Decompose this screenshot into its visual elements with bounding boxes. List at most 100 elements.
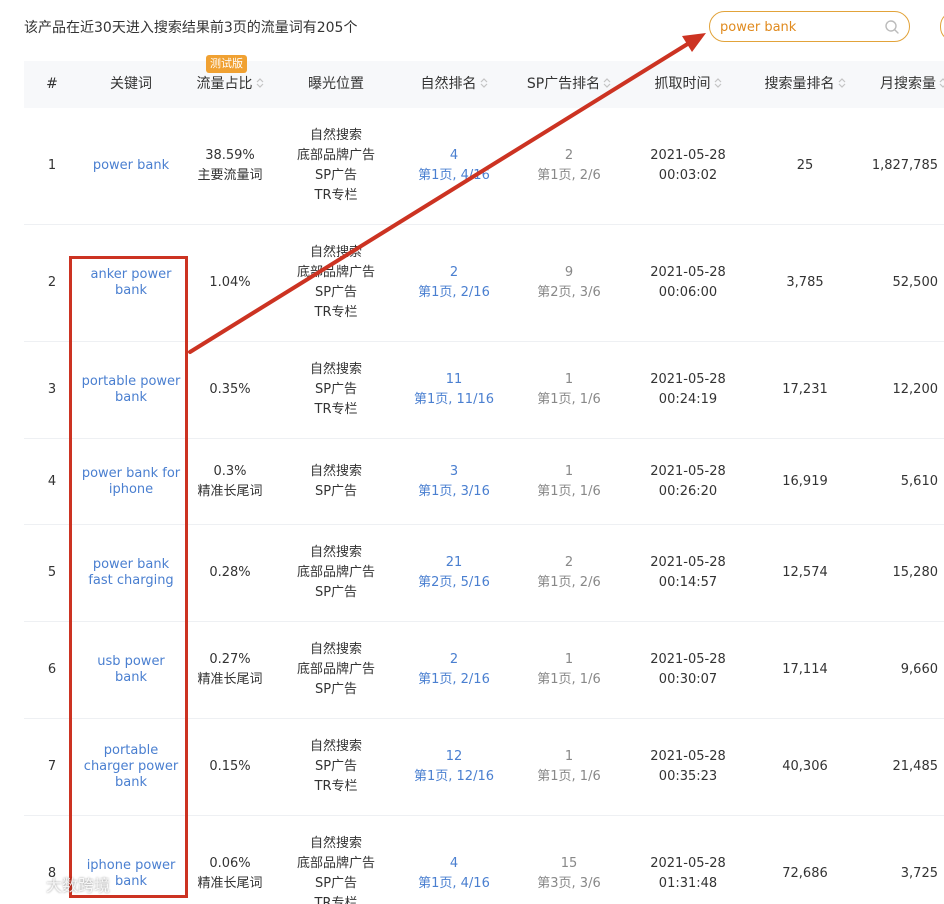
crawl-time: 00:03:02 [658,168,718,183]
monthly-volume: 5,610 [900,473,938,489]
monthly-volume: 3,725 [900,866,938,881]
search-rank: 16,919 [782,473,828,489]
keyword-link[interactable]: usb power bank [80,654,182,686]
exposure-item: 自然搜索 [309,642,362,657]
col-header-natural-label: 自然排名 [420,76,477,92]
natural-page[interactable]: 第1页, 4/16 [418,166,490,186]
sort-icon[interactable] [939,77,944,89]
sort-icon[interactable] [603,77,611,89]
monthly-volume: 12,200 [892,382,939,397]
natural-rank[interactable]: 2 [450,263,458,283]
col-header-monthly[interactable]: 月搜索量 [858,61,944,108]
crawl-time: 00:06:00 [658,285,718,300]
col-header-natural-rank[interactable]: 自然排名 [394,61,514,108]
sp-page: 第1页, 1/6 [537,483,601,499]
exposure-item: 底部品牌广告 [296,856,375,871]
col-header-time-label: 抓取时间 [654,76,711,92]
col-header-search-rank[interactable]: 搜索量排名 [752,61,858,108]
natural-rank[interactable]: 21 [446,553,463,573]
col-header-sp-rank[interactable]: SP广告排名 [514,61,624,108]
crawl-date: 2021-05-28 [650,148,726,163]
keyword-link[interactable]: portable charger power bank [80,743,182,791]
natural-page[interactable]: 第1页, 12/16 [414,767,494,787]
table-header: # 关键词 流量占比 曝光位置 自然排名 SP广告排名 抓取时间 搜索量排名 月… [24,61,944,108]
crawl-time: 01:31:48 [658,876,718,891]
natural-page[interactable]: 第1页, 3/16 [418,482,490,502]
search-icon[interactable] [884,19,900,35]
sort-icon[interactable] [256,77,264,89]
flow-percent: 0.06% [209,856,251,871]
natural-rank[interactable]: 4 [450,854,458,874]
natural-page[interactable]: 第2页, 5/16 [418,573,490,593]
crawl-date: 2021-05-28 [650,463,726,479]
flow-tag: 主要流量词 [197,168,263,183]
result-summary: 该产品在近30天进入搜索结果前3页的流量词有205个 [24,20,358,36]
natural-rank[interactable]: 3 [450,462,458,482]
exposure-item: 自然搜索 [309,545,362,560]
exposure-item: 自然搜索 [309,836,362,851]
side-action-button[interactable] [940,11,944,42]
crawl-date: 2021-05-28 [650,265,726,280]
exposure-item: SP广告 [314,759,358,774]
keyword-link[interactable]: power bank fast charging [80,557,182,589]
natural-rank[interactable]: 2 [450,650,458,670]
keyword-link[interactable]: portable power bank [80,374,182,406]
sort-icon[interactable] [480,77,488,89]
crawl-date: 2021-05-28 [650,856,726,871]
flow-percent: 38.59% [205,148,255,163]
natural-rank[interactable]: 11 [446,370,463,390]
flow-percent: 0.27% [209,652,251,667]
sp-rank: 2 [564,555,574,570]
natural-page[interactable]: 第1页, 2/16 [418,670,490,690]
col-header-time[interactable]: 抓取时间 [624,61,752,108]
natural-page[interactable]: 第1页, 2/16 [418,283,490,303]
table-row: 4 power bank for iphone 0.3% 精准长尾词 自然搜索 SP… [24,439,944,525]
crawl-time: 00:30:07 [658,672,718,687]
exposure-item: TR专栏 [314,402,358,417]
logo-icon [7,877,42,893]
exposure-item: SP广告 [314,483,358,499]
table-row: 2 anker power bank 1.04% 自然搜索 底部品牌广告 SP广告 T… [24,225,944,342]
sort-icon[interactable] [714,77,722,89]
crawl-time: 00:26:20 [658,483,718,499]
keyword-link[interactable]: anker power bank [80,267,182,299]
col-header-index: # [46,76,58,92]
search-rank: 40,306 [782,759,828,774]
sp-rank: 1 [564,372,574,387]
keyword-search-input[interactable] [720,17,880,37]
natural-page[interactable]: 第1页, 11/16 [414,390,494,410]
beta-badge: 测试版 [206,55,247,73]
flow-tag: 精准长尾词 [197,483,263,499]
crawl-date: 2021-05-28 [650,749,726,764]
sp-page: 第1页, 1/6 [537,769,601,784]
sp-rank: 9 [564,265,574,280]
search-rank: 17,231 [782,382,828,397]
natural-page[interactable]: 第1页, 4/16 [418,874,490,894]
crawl-date: 2021-05-28 [650,555,726,570]
crawl-time: 00:14:57 [658,575,718,590]
row-index: 3 [47,382,57,397]
exposure-item: SP广告 [314,585,358,600]
sort-icon[interactable] [838,77,846,89]
col-header-sp-label: SP广告排名 [526,76,601,92]
keyword-search-box[interactable] [709,11,910,42]
monthly-volume: 21,485 [892,759,939,774]
exposure-item: 底部品牌广告 [296,148,375,163]
flow-percent: 0.3% [213,463,247,479]
crawl-date: 2021-05-28 [650,372,726,387]
exposure-item: 自然搜索 [309,463,362,479]
table-row: 1 power bank 38.59% 主要流量词 自然搜索 底部品牌广告 SP广告 T… [24,108,944,225]
exposure-item: TR专栏 [314,779,358,794]
exposure-item: 底部品牌广告 [296,265,375,280]
keyword-link[interactable]: power bank [93,158,169,174]
keyword-link[interactable]: power bank for iphone [80,466,182,498]
exposure-item: 自然搜索 [309,128,362,143]
natural-rank[interactable]: 12 [446,747,463,767]
exposure-item: TR专栏 [314,896,358,904]
flow-percent: 0.28% [209,565,251,580]
table-row: 8 iphone power bank 0.06% 精准长尾词 自然搜索 底部品牌广… [24,816,944,904]
search-rank: 72,686 [782,866,828,881]
natural-rank[interactable]: 4 [450,146,458,166]
exposure-item: TR专栏 [314,188,358,203]
sp-page: 第3页, 3/6 [537,876,601,891]
